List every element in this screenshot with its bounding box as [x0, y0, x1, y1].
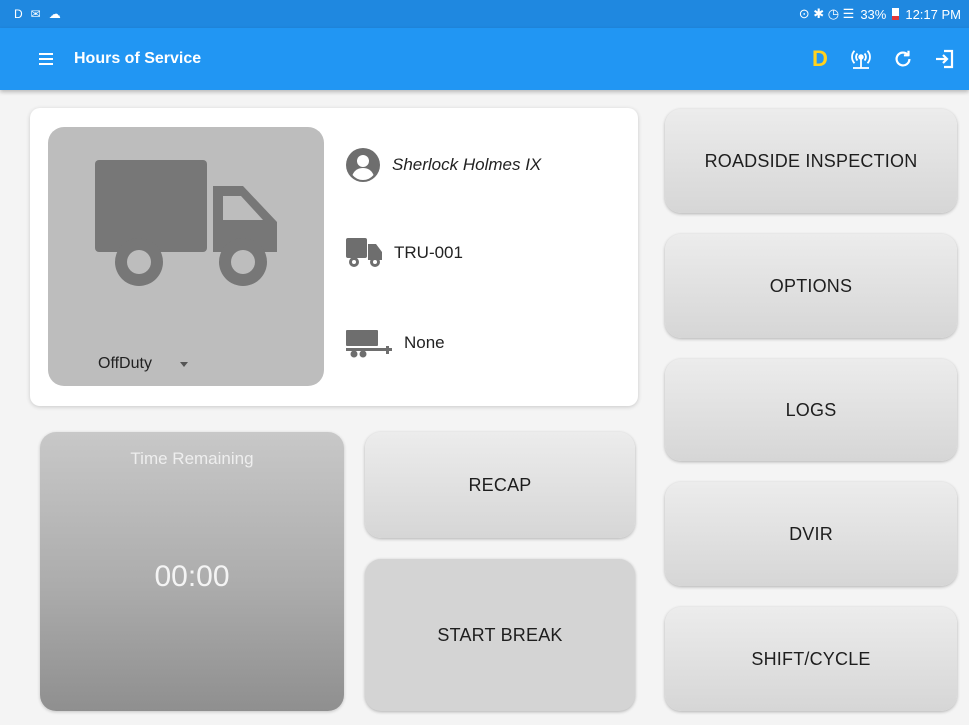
shift-cycle-button[interactable]: SHIFT/CYCLE: [665, 607, 957, 711]
app-bar-actions: D: [807, 28, 959, 90]
logout-icon: [936, 49, 954, 69]
driver-name: Sherlock Holmes IX: [392, 155, 542, 174]
logs-button[interactable]: LOGS: [665, 359, 957, 461]
vehicle-row: TRU-001: [346, 238, 463, 268]
dvir-button[interactable]: DVIR: [665, 482, 957, 586]
menu-button[interactable]: [18, 28, 74, 90]
duty-status-dropdown[interactable]: OffDuty: [98, 355, 188, 373]
driver-status-card: OffDuty Sherlock Holmes IX TRU-001 None: [30, 108, 638, 406]
dvir-button-label: DVIR: [789, 523, 833, 544]
vehicle-id: TRU-001: [394, 243, 463, 262]
duty-status-tile[interactable]: OffDuty: [48, 127, 324, 386]
time-remaining-label: Time Remaining: [130, 449, 254, 468]
start-break-button[interactable]: START BREAK: [365, 559, 635, 711]
system-status-bar: D ✉ ☁ ⊙ ✱ ◷ ☰ 33% 12:17 PM: [0, 0, 969, 28]
system-icons: ⊙ ✱ ◷ ☰: [798, 6, 855, 21]
app-bar: Hours of Service D: [0, 28, 969, 90]
account-circle-icon: [346, 148, 380, 182]
recap-button[interactable]: RECAP: [365, 432, 635, 538]
connection-button[interactable]: [847, 45, 875, 73]
wireless-signal-icon: [851, 50, 871, 69]
status-right-icons: ⊙ ✱ ◷ ☰ 33% 12:17 PM: [799, 6, 961, 22]
time-remaining-value: 00:00: [154, 560, 230, 593]
options-button[interactable]: OPTIONS: [665, 234, 957, 338]
options-button-label: OPTIONS: [769, 275, 853, 296]
clock: 12:17 PM: [905, 6, 961, 22]
refresh-icon: [895, 50, 911, 67]
roadside-inspection-button-label: ROADSIDE INSPECTION: [704, 150, 918, 171]
logs-button-label: LOGS: [785, 399, 837, 420]
mail-icon: ✉: [30, 7, 41, 21]
truck-icon: [95, 160, 277, 286]
trailer-row: None: [346, 328, 445, 358]
battery-percentage: 33%: [860, 6, 887, 22]
app-indicator-icon: D: [14, 7, 23, 21]
app-title: Hours of Service: [74, 50, 202, 67]
logout-button[interactable]: [931, 45, 959, 73]
hamburger-icon: [39, 50, 53, 68]
shift-cycle-button-label: SHIFT/CYCLE: [751, 648, 871, 669]
notification-icon: ☁: [48, 7, 61, 21]
battery-icon: [892, 8, 900, 20]
time-remaining-panel: Time Remaining 00:00: [40, 432, 344, 711]
dropdown-arrow-icon: [179, 361, 188, 367]
roadside-inspection-button[interactable]: ROADSIDE INSPECTION: [665, 109, 957, 213]
duty-status-value: OffDuty: [98, 355, 152, 372]
refresh-button[interactable]: [889, 45, 917, 73]
recap-button-label: RECAP: [468, 474, 532, 495]
trailer-id: None: [404, 333, 445, 352]
duty-status-indicator[interactable]: D: [807, 46, 833, 72]
driver-row: Sherlock Holmes IX: [346, 148, 541, 182]
start-break-button-label: START BREAK: [437, 624, 563, 645]
trailer-icon: [346, 330, 392, 358]
vehicle-truck-icon: [346, 238, 382, 267]
status-left-icons: D ✉ ☁: [14, 7, 61, 21]
